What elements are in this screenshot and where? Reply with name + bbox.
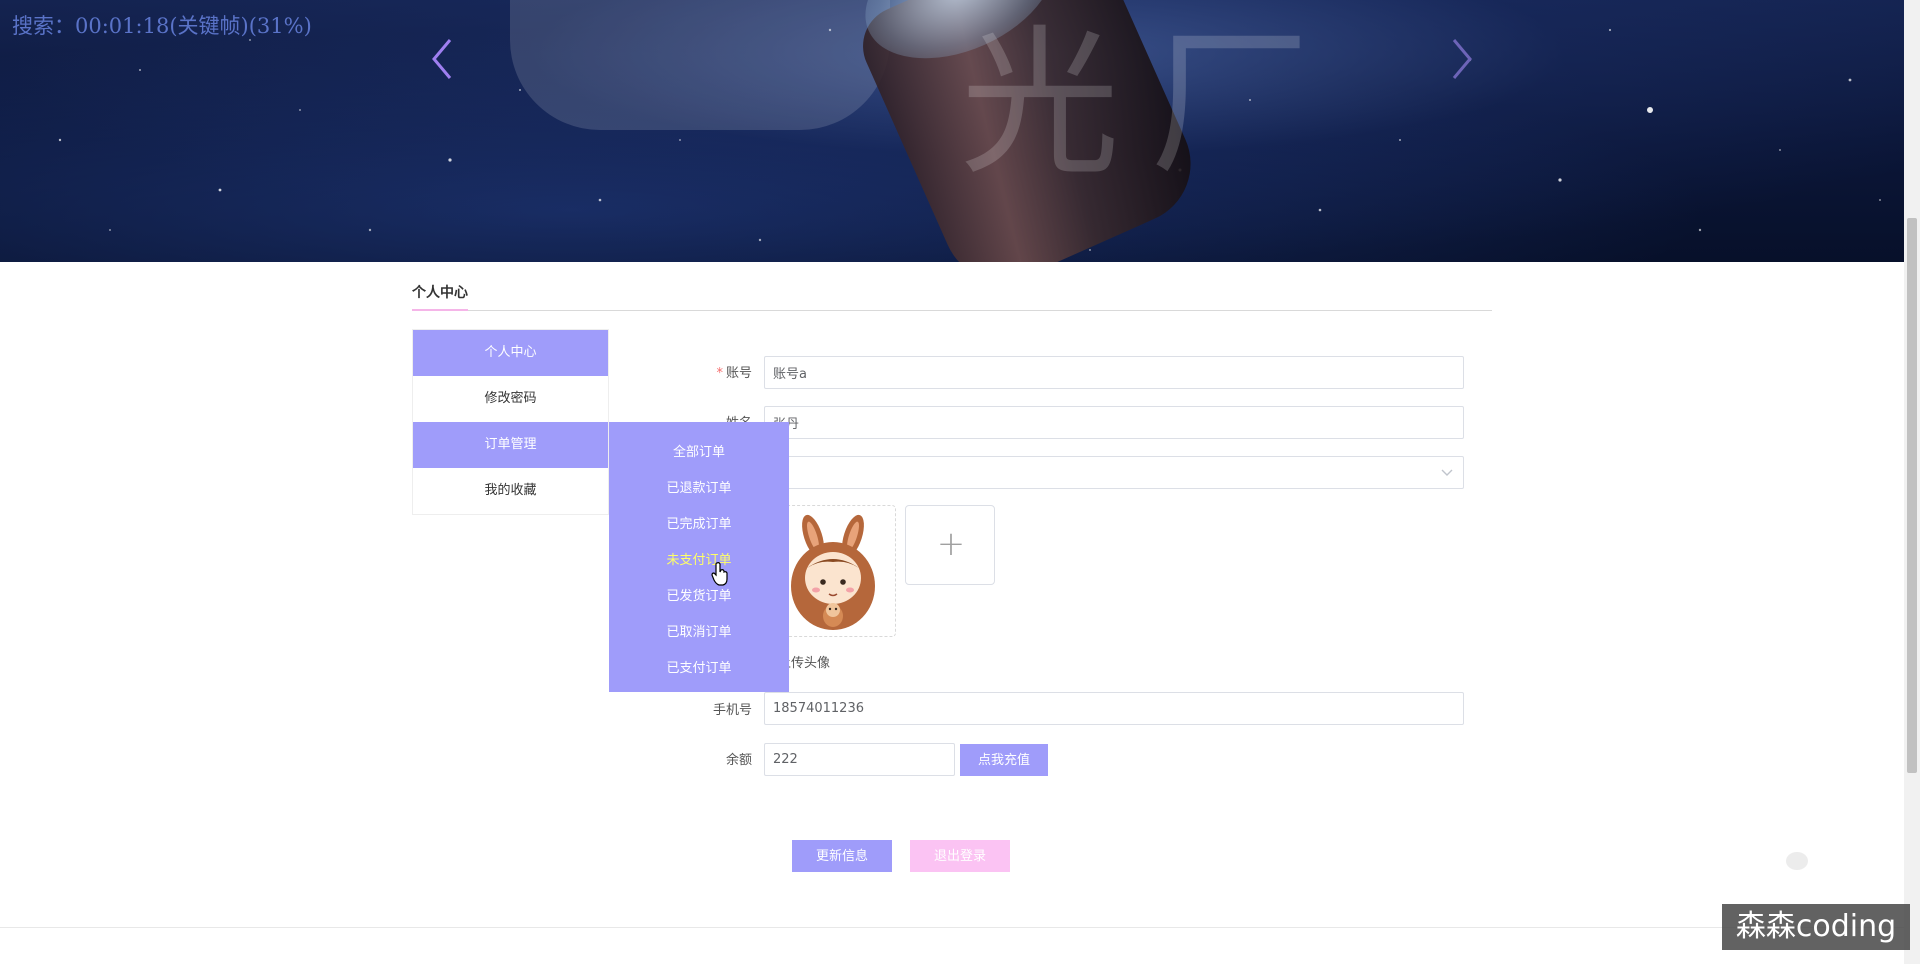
hand-cursor-icon [711,562,728,586]
side-menu: 个人中心 修改密码 订单管理 我的收藏 [412,329,609,515]
section-title: 个人中心 [412,285,468,301]
side-menu-item-order-management[interactable]: 订单管理 [413,422,608,468]
balance-input[interactable] [764,743,955,776]
back-to-top-icon[interactable] [1786,852,1808,870]
search-status-text: 搜索：00:01:18(关键帧)(31%) [12,14,312,38]
page-scrollbar[interactable] [1904,0,1920,964]
plus-icon: + [936,524,966,564]
recharge-button[interactable]: 点我充值 [960,744,1048,776]
carousel-next-arrow-icon[interactable] [1446,36,1476,82]
submenu-item-cancelled-orders[interactable]: 已取消订单 [609,615,789,651]
banner-carousel: 光厂 搜索：00:01:18(关键帧)(31%) [0,0,1904,262]
chevron-down-icon [1441,469,1453,476]
banner-logo-shape [510,0,890,130]
carousel-prev-arrow-icon[interactable] [428,36,458,82]
submenu-item-all-orders[interactable]: 全部订单 [609,435,789,471]
upload-avatar-button[interactable]: + [905,505,995,585]
submenu-item-completed-orders[interactable]: 已完成订单 [609,507,789,543]
video-watermark: 森森coding [1722,904,1910,950]
phone-label: 手机号 [712,703,752,718]
side-menu-item-personal-center[interactable]: 个人中心 [413,330,608,376]
logout-button[interactable]: 退出登录 [910,840,1010,872]
page-scrollbar-thumb[interactable] [1907,218,1917,773]
gender-select[interactable] [764,456,1464,489]
account-input[interactable] [764,356,1464,389]
balance-label: 余额 [725,753,752,768]
name-input[interactable] [764,406,1464,439]
submenu-item-unpaid-orders[interactable]: 未支付订单 [609,543,789,579]
account-label: * 账号 [716,366,752,381]
phone-input[interactable] [764,692,1464,725]
banner-logo-text: 光厂 [960,10,1341,197]
side-menu-item-my-favorites[interactable]: 我的收藏 [413,468,608,514]
order-submenu: 全部订单 已退款订单 已完成订单 未支付订单 已发货订单 已取消订单 已支付订单 [609,422,789,692]
submenu-item-shipped-orders[interactable]: 已发货订单 [609,579,789,615]
required-mark: * [716,366,723,381]
section-divider [412,310,1492,311]
submenu-item-paid-orders[interactable]: 已支付订单 [609,651,789,687]
update-info-button[interactable]: 更新信息 [792,840,892,872]
section-title-underline [412,309,468,311]
footer-divider [0,927,1904,928]
side-menu-item-change-password[interactable]: 修改密码 [413,376,608,422]
submenu-item-refunded-orders[interactable]: 已退款订单 [609,471,789,507]
